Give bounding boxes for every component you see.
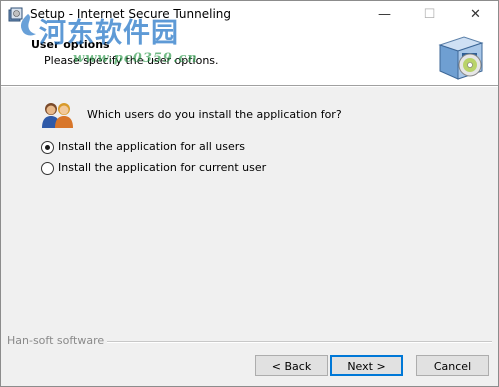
vendor-label: Han-soft software <box>7 334 108 347</box>
close-button[interactable]: ✕ <box>453 1 498 29</box>
maximize-button[interactable]: ☐ <box>407 1 452 29</box>
users-icon <box>42 103 73 128</box>
window-title: Setup - Internet Secure Tunneling <box>30 7 232 21</box>
option-current-user-label[interactable]: Install the application for current user <box>58 161 266 174</box>
page-subtitle: Please specify the user options. <box>44 54 219 67</box>
setup-box-cd-icon <box>438 36 484 80</box>
radio-all-users[interactable] <box>41 141 54 154</box>
title-bar[interactable]: Setup - Internet Secure Tunneling — ☐ ✕ <box>1 1 498 29</box>
install-scope-question: Which users do you install the applicati… <box>87 108 342 121</box>
minimize-button[interactable]: — <box>362 1 407 29</box>
radio-selected-dot <box>45 145 50 150</box>
radio-current-user[interactable] <box>41 162 54 175</box>
header-divider-highlight <box>1 86 498 87</box>
setup-window: Setup - Internet Secure Tunneling — ☐ ✕ … <box>0 0 499 387</box>
cancel-button[interactable]: Cancel <box>416 355 489 376</box>
setup-app-icon <box>8 7 23 22</box>
footer-divider-highlight <box>95 342 492 343</box>
next-button[interactable]: Next > <box>330 355 403 376</box>
option-all-users-label[interactable]: Install the application for all users <box>58 140 245 153</box>
back-button[interactable]: < Back <box>255 355 328 376</box>
wizard-header: User options Please specify the user opt… <box>1 29 498 85</box>
page-title: User options <box>31 38 110 51</box>
